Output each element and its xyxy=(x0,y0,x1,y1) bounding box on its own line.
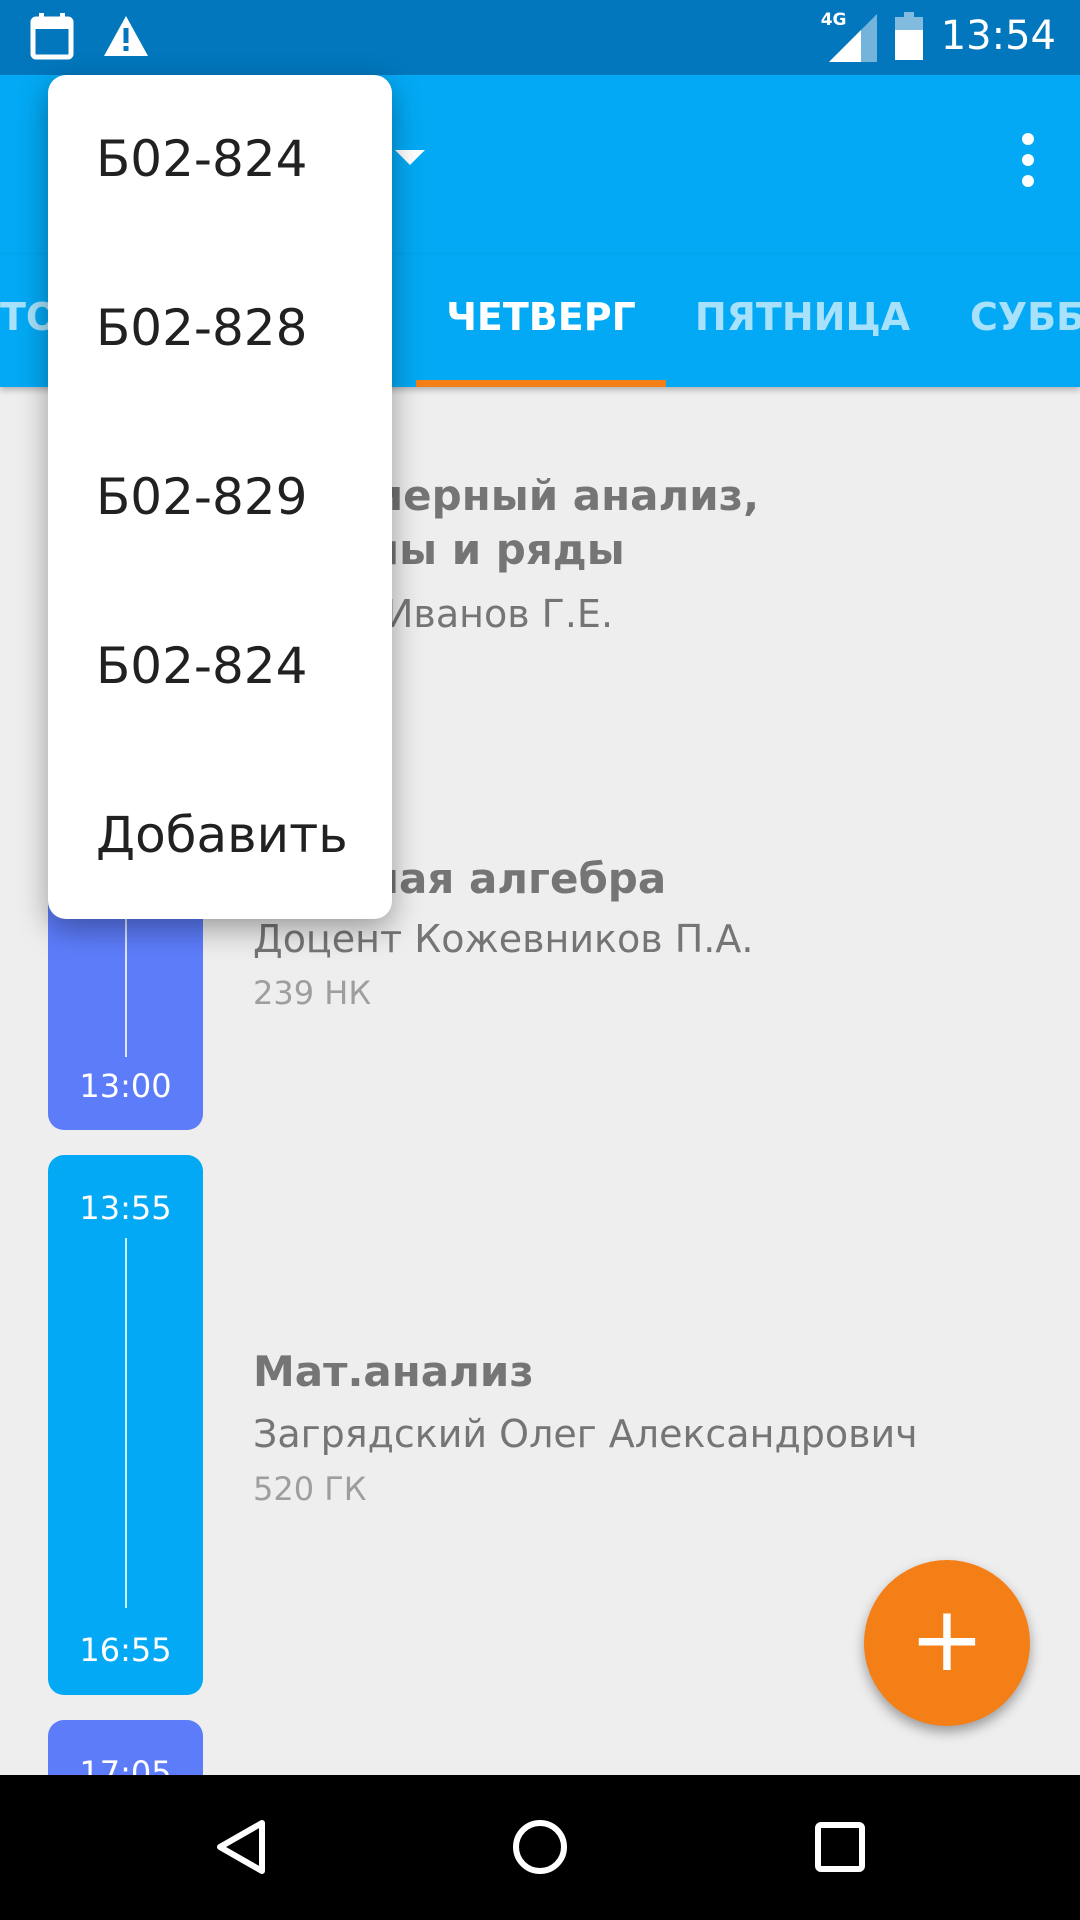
lesson-end-time: 13:00 xyxy=(79,1067,172,1105)
tab-friday[interactable]: ПЯТНИЦА xyxy=(690,255,915,387)
dropdown-item-group[interactable]: Б02-828 xyxy=(48,244,392,412)
dropdown-item-group[interactable]: Б02-824 xyxy=(48,75,392,243)
lesson-time-block[interactable]: 13:55 16:55 xyxy=(48,1155,203,1695)
status-time: 13:54 xyxy=(940,13,1056,59)
overflow-menu-icon[interactable] xyxy=(1016,133,1040,187)
lesson-teacher: Загрядский Олег Александрович xyxy=(253,1412,918,1456)
group-dropdown-menu: Б02-824 Б02-828 Б02-829 Б02-824 Добавить xyxy=(48,75,392,919)
tab-thursday[interactable]: ЧЕТВЕРГ xyxy=(416,255,666,387)
group-spinner-arrow-icon[interactable] xyxy=(395,150,425,165)
lesson-start-time: 17:05 xyxy=(79,1754,172,1775)
status-bar: 4G 13:54 xyxy=(0,0,1080,75)
lesson-end-time: 16:55 xyxy=(79,1631,172,1669)
lesson-start-time: 13:55 xyxy=(79,1189,172,1227)
screen: 4G 13:54 ТО ЧЕТВЕРГ ПЯТНИЦА СУББ омерный… xyxy=(0,0,1080,1920)
recents-icon[interactable] xyxy=(810,1817,870,1877)
lesson-teacher: Доцент Кожевников П.А. xyxy=(253,917,754,961)
lesson-title-line1: омерный анализ, xyxy=(340,471,760,520)
dropdown-item-group[interactable]: Б02-829 xyxy=(48,413,392,581)
lesson-title: ная алгебра xyxy=(370,854,667,903)
home-icon[interactable] xyxy=(510,1817,570,1877)
battery-icon xyxy=(894,12,923,60)
lesson-time-block[interactable]: 17:05 xyxy=(48,1720,203,1775)
tab-saturday[interactable]: СУББ xyxy=(970,255,1080,387)
dropdown-item-group[interactable]: Б02-824 xyxy=(48,582,392,750)
tab-indicator xyxy=(416,380,666,387)
lesson-room: 239 НК xyxy=(253,974,372,1012)
calendar-icon xyxy=(30,13,74,60)
navigation-bar xyxy=(0,1775,1080,1920)
signal-icon: 4G xyxy=(821,10,877,62)
back-icon[interactable] xyxy=(212,1817,272,1877)
lesson-room: 520 ГК xyxy=(253,1470,367,1508)
add-lesson-button[interactable]: + xyxy=(864,1560,1030,1726)
warning-icon xyxy=(104,16,148,56)
tab-partial-left[interactable]: ТО xyxy=(0,255,58,387)
lesson-teacher: Иванов Г.Е. xyxy=(385,592,614,636)
dropdown-item-add[interactable]: Добавить xyxy=(48,751,392,919)
lesson-title: Мат.анализ xyxy=(253,1347,534,1396)
